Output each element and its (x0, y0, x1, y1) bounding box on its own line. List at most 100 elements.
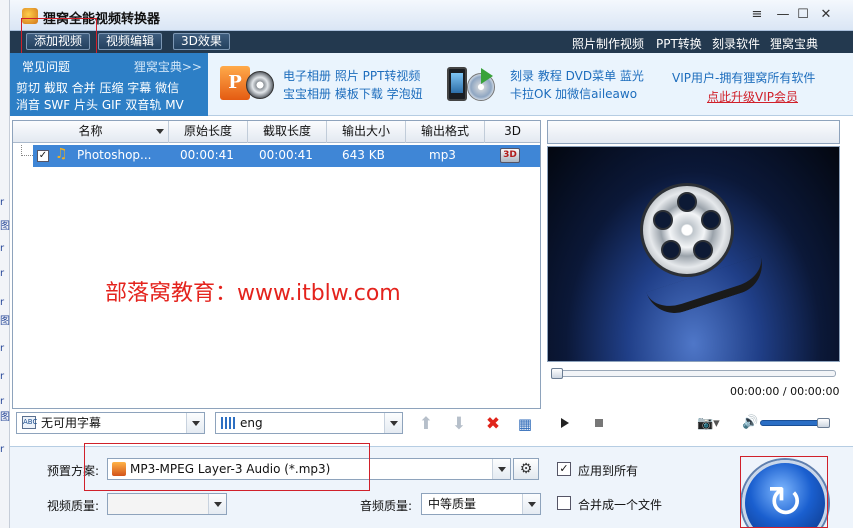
strip-char: r (0, 243, 5, 254)
header-3d[interactable]: 3D (485, 121, 540, 143)
main-toolbar: 添加视频 视频编辑 3D效果 照片制作视频 PPT转换 刻录软件 狸窝宝典 (10, 31, 853, 53)
header-output-format[interactable]: 输出格式 (406, 121, 485, 143)
reel-hole (677, 192, 697, 212)
delete-icon[interactable]: ✖ (481, 413, 505, 435)
audio-track-value: eng (240, 416, 263, 430)
video-quality-label: 视频质量: (47, 499, 100, 513)
volume-slider[interactable] (760, 418, 830, 428)
arrow-right-icon (481, 68, 493, 84)
highlight-box-add-video (21, 18, 97, 58)
faq-link[interactable]: 常见问题 (22, 58, 70, 75)
volume-thumb[interactable] (817, 418, 830, 428)
header-label: 名称 (78, 124, 103, 138)
burn-links-line-2[interactable]: 卡拉OK 加微信aileawo (510, 85, 637, 102)
guide-link-small[interactable]: 狸窝宝典>> (134, 58, 202, 75)
album-links-line-2[interactable]: 宝宝相册 模板下载 学泡妞 (283, 85, 423, 102)
3d-effect-button[interactable]: 3D效果 (173, 33, 230, 50)
seek-thumb[interactable] (551, 368, 563, 379)
merge-label: 合并成一个文件 (578, 498, 663, 512)
header-original-length[interactable]: 原始长度 (169, 121, 248, 143)
vip-info-text: VIP用户-拥有狸窝所有软件 (672, 71, 816, 85)
subtitle-icon: ABC (22, 416, 37, 429)
strip-char: 图 (0, 316, 10, 327)
chevron-down-icon[interactable] (522, 494, 540, 514)
strip-char: r (0, 371, 5, 382)
guide-link[interactable]: 狸窝宝典 (770, 35, 818, 52)
table-row[interactable]: ✓ ♫ Photoshop... 00:00:41 00:00:41 643 K… (33, 145, 540, 167)
strip-char: r (0, 444, 5, 455)
output-format: mp3 (429, 148, 456, 162)
row-checkbox[interactable]: ✓ (37, 150, 49, 162)
phone-icon (447, 67, 467, 101)
stop-button[interactable] (595, 419, 603, 427)
strip-char: r (0, 297, 5, 308)
close-button[interactable]: ✕ (816, 6, 836, 24)
burn-links-line-1[interactable]: 刻录 教程 DVD菜单 蓝光 (510, 67, 644, 84)
file-list[interactable]: 名称 原始长度 截取长度 输出大小 输出格式 3D ✓ ♫ Photoshop.… (12, 120, 541, 409)
header-name[interactable]: 名称 (13, 121, 169, 143)
time-display: 00:00:00 / 00:00:00 (730, 385, 840, 398)
subtitle-select-value: 无可用字幕 (41, 416, 102, 430)
watermark-text: 部落窝教育：www.itblw.com (105, 281, 401, 306)
quick-tools-panel: 常见问题 狸窝宝典>> 剪切 截取 合并 压缩 字幕 微信 消音 SWF 片头 … (10, 53, 208, 116)
title-bar: 狸窝全能视频转换器 ≡ — ☐ ✕ (10, 0, 853, 31)
ppt-convert-link[interactable]: PPT转换 (656, 35, 702, 52)
move-up-icon[interactable]: ⬆ (414, 413, 438, 435)
vip-upgrade-link[interactable]: 点此升级VIP会员 (707, 88, 798, 105)
photo-video-link[interactable]: 照片制作视频 (572, 35, 644, 52)
subtitle-select[interactable]: ABC 无可用字幕 (16, 412, 205, 434)
tools-line-2[interactable]: 消音 SWF 片头 GIF 双音轨 MV (16, 96, 184, 113)
strip-char: r (0, 396, 5, 407)
file-list-header: 名称 原始长度 截取长度 输出大小 输出格式 3D (13, 121, 540, 143)
film-reel-icon (640, 183, 734, 277)
file-name: Photoshop... (77, 148, 152, 162)
original-length: 00:00:41 (180, 148, 234, 162)
move-down-icon[interactable]: ⬇ (447, 413, 471, 435)
highlight-box-convert (740, 456, 828, 528)
film-reel-icon (246, 71, 274, 99)
speaker-icon[interactable]: 🔊 (742, 415, 758, 430)
edit-video-button[interactable]: 视频编辑 (98, 33, 163, 50)
background-window-strip: r 图 r r r 图 r r r 图 r (0, 0, 10, 528)
strip-char: r (0, 268, 5, 279)
play-button[interactable] (561, 418, 569, 428)
maximize-button[interactable]: ☐ (793, 6, 813, 24)
clear-list-icon[interactable]: ▦ (513, 413, 537, 435)
video-quality-select[interactable] (107, 493, 227, 515)
video-preview (547, 146, 840, 362)
strip-char: r (0, 197, 5, 208)
strip-char: 图 (0, 412, 10, 423)
burn-software-link[interactable]: 刻录软件 (712, 35, 760, 52)
album-links-line-1[interactable]: 电子相册 照片 PPT转视频 (283, 67, 420, 84)
3d-icon[interactable]: 3D (500, 148, 520, 163)
reel-hole (661, 240, 681, 260)
audio-quality-select[interactable]: 中等质量 (421, 493, 541, 515)
seek-bar[interactable] (551, 368, 836, 379)
chevron-down-icon[interactable] (492, 459, 510, 479)
strip-char: r (0, 343, 5, 354)
tools-line-1[interactable]: 剪切 截取 合并 压缩 字幕 微信 (16, 79, 179, 96)
apply-all-checkbox[interactable]: ✓ (557, 462, 571, 476)
chevron-down-icon[interactable] (208, 494, 226, 514)
audio-quality-value: 中等质量 (428, 497, 477, 511)
menu-icon[interactable]: ≡ (747, 6, 767, 24)
minimize-button[interactable]: — (773, 6, 793, 24)
reel-hole (701, 210, 721, 230)
audio-track-select[interactable]: eng (215, 412, 403, 434)
chevron-down-icon[interactable] (384, 413, 402, 433)
apply-all-label: 应用到所有 (578, 464, 639, 478)
preset-settings-button[interactable]: ⚙ (513, 458, 539, 480)
header-clip-length[interactable]: 截取长度 (248, 121, 327, 143)
camera-icon[interactable]: 📷▾ (697, 416, 720, 431)
output-size: 643 KB (342, 148, 385, 162)
music-note-icon: ♫ (55, 146, 68, 162)
chevron-down-icon[interactable] (186, 413, 204, 433)
audio-track-icon (221, 417, 235, 429)
merge-checkbox[interactable] (557, 496, 571, 510)
sort-arrow-icon[interactable] (156, 129, 164, 134)
reel-hole (653, 210, 673, 230)
strip-char: 图 (0, 221, 10, 232)
header-output-size[interactable]: 输出大小 (327, 121, 406, 143)
promo-bar: 常见问题 狸窝宝典>> 剪切 截取 合并 压缩 字幕 微信 消音 SWF 片头 … (10, 53, 853, 116)
preview-header (547, 120, 840, 144)
